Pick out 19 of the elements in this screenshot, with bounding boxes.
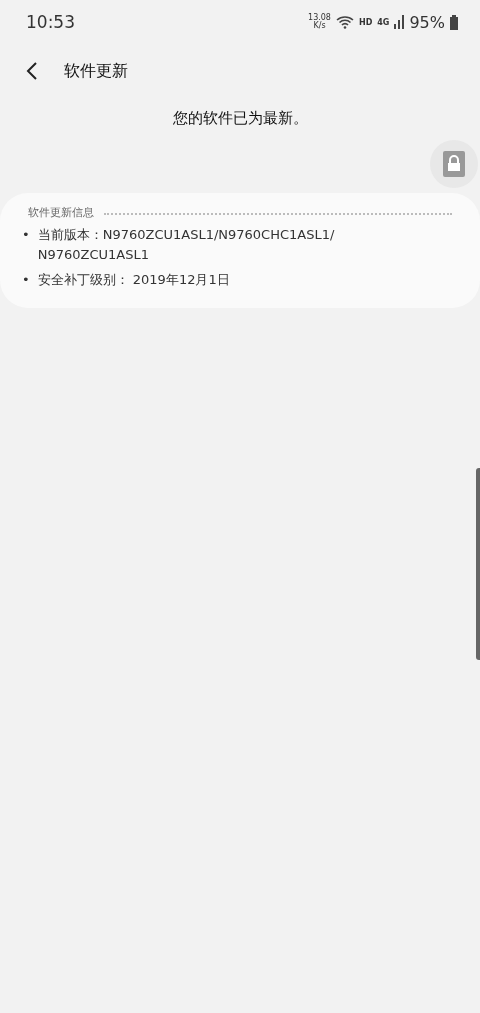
lock-button[interactable]: [430, 140, 478, 188]
wifi-icon: [335, 15, 354, 29]
status-message: 您的软件已为最新。: [171, 109, 309, 129]
edge-panel-handle[interactable]: [476, 468, 480, 660]
battery-icon: [450, 14, 458, 30]
network-speed: 13.08 K/s: [308, 14, 331, 30]
hd-label: HD: [358, 17, 373, 27]
page-title: 软件更新: [64, 60, 128, 82]
back-icon: [26, 61, 38, 81]
status-time: 10:53: [26, 12, 76, 32]
card-title: 软件更新信息: [27, 205, 94, 220]
bullet: •: [22, 226, 30, 244]
bullet: •: [22, 271, 30, 289]
lock-icon: [443, 151, 465, 177]
signal-icon: [394, 15, 405, 29]
info-text: 当前版本：N9760ZCU1ASL1/N9760CHC1ASL1/ N9760ZCU1ASL1: [37, 226, 336, 264]
info-text: 安全补丁级别： 2019年12月1日: [37, 271, 231, 289]
battery-percent: 95%: [409, 12, 445, 32]
network-type: 4G: [377, 17, 390, 27]
